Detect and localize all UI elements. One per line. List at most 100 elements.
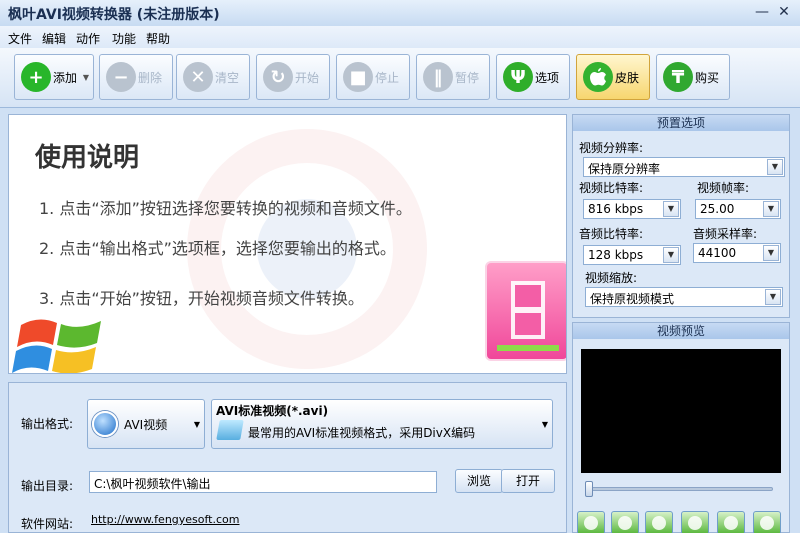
resolution-value: 保持原分辨率 [588, 162, 661, 176]
menu-edit[interactable]: 编辑 [42, 30, 66, 47]
chevron-down-icon: ▼ [541, 420, 548, 429]
preset-panel: 预置选项 视频分辨率: 保持原分辨率 ▼ 视频比特率: 视频帧率: 816 kb… [572, 114, 790, 318]
options-button[interactable]: Ψ 选项 [496, 54, 570, 100]
window-title: 枫叶AVI视频转换器 (未注册版本) [8, 7, 220, 23]
windows-logo-icon [12, 319, 101, 373]
output-format-label: 输出格式: [21, 417, 74, 431]
options-label: 选项 [535, 70, 560, 85]
buy-button[interactable]: ₸ 购买 [656, 54, 730, 100]
website-link[interactable]: http://www.fengyesoft.com [91, 513, 240, 526]
chevron-down-icon[interactable]: ▼ [765, 289, 781, 305]
menu-function[interactable]: 功能 [112, 30, 136, 47]
pause-icon: ‖ [423, 62, 453, 92]
video-bitrate-value: 816 kbps [588, 202, 644, 216]
start-label: 开始 [295, 70, 320, 85]
format-title: AVI标准视频(*.avi) [216, 404, 329, 418]
delete-button[interactable]: − 删除 [99, 54, 173, 100]
options-icon: Ψ [503, 62, 533, 92]
file-list-area[interactable]: 使用说明 1. 点击“添加”按钮选择您要转换的视频和音频文件。 2. 点击“输出… [8, 114, 567, 374]
pause-button[interactable]: ‖ 暂停 [416, 54, 490, 100]
play-button[interactable] [577, 511, 605, 533]
chevron-down-icon[interactable]: ▼ [763, 245, 779, 261]
output-dir-label: 输出目录: [21, 479, 74, 493]
menu-help[interactable]: 帮助 [146, 30, 170, 47]
add-button[interactable]: + 添加 ▼ [14, 54, 94, 100]
open-button[interactable]: 打开 [501, 469, 555, 493]
apple-icon [583, 62, 613, 92]
open-folder-button[interactable] [753, 511, 781, 533]
website-label: 软件网站: [21, 517, 74, 531]
audio-bitrate-value: 128 kbps [588, 248, 644, 262]
pause-label: 暂停 [455, 70, 480, 85]
delete-label: 删除 [138, 70, 163, 85]
skin-button[interactable]: 皮肤 [576, 54, 650, 100]
framerate-select[interactable]: 25.00 ▼ [695, 199, 781, 219]
stop-label: 停止 [375, 70, 400, 85]
volume-button[interactable] [681, 511, 709, 533]
buy-label: 购买 [695, 70, 720, 85]
format-description: 最常用的AVI标准视频格式，采用DivX编码 [248, 426, 476, 440]
chevron-down-icon[interactable]: ▼ [767, 159, 783, 175]
clear-label: 清空 [215, 70, 240, 85]
video-preview [581, 349, 781, 473]
output-dir-input[interactable]: C:\枫叶视频软件\输出 [89, 471, 437, 493]
close-button[interactable]: ✕ [776, 4, 792, 20]
stop-button[interactable]: ■ 停止 [336, 54, 410, 100]
format-name: AVI视频 [124, 417, 168, 432]
menu-bar: 文件 编辑 动作 功能 帮助 [0, 26, 800, 48]
scale-select[interactable]: 保持原视频模式 ▼ [585, 287, 783, 307]
seek-slider-thumb[interactable] [585, 481, 593, 497]
framerate-value: 25.00 [700, 202, 735, 216]
seek-slider[interactable] [587, 487, 773, 491]
toolbar: + 添加 ▼ − 删除 ✕ 清空 ↻ 开始 ■ 停止 ‖ 暂停 Ψ 选项 皮肤 … [0, 48, 800, 108]
skin-label: 皮肤 [615, 70, 640, 85]
folder-icon [760, 516, 774, 530]
chevron-down-icon[interactable]: ▼ [83, 73, 89, 82]
video-bitrate-select[interactable]: 816 kbps ▼ [583, 199, 681, 219]
pause-preview-button[interactable] [611, 511, 639, 533]
camera-icon [724, 516, 738, 530]
folder-icon [216, 420, 244, 440]
format-icon [92, 411, 118, 437]
preview-panel: 视频预览 [572, 322, 790, 533]
plus-icon: + [21, 62, 51, 92]
guide-title: 使用说明 [35, 143, 140, 173]
chevron-down-icon[interactable]: ▼ [663, 201, 679, 217]
start-button[interactable]: ↻ 开始 [256, 54, 330, 100]
chevron-down-icon: ▼ [193, 420, 200, 429]
clear-icon: ✕ [183, 62, 213, 92]
speaker-icon [688, 516, 702, 530]
stop-preview-button[interactable] [645, 511, 673, 533]
resolution-label: 视频分辨率: [579, 141, 644, 155]
snapshot-button[interactable] [717, 511, 745, 533]
guide-step-1: 1. 点击“添加”按钮选择您要转换的视频和音频文件。 [39, 199, 412, 218]
preset-header: 预置选项 [573, 115, 789, 131]
minus-icon: − [106, 62, 136, 92]
pause-icon [618, 516, 632, 530]
scale-value: 保持原视频模式 [590, 292, 675, 306]
browse-button[interactable]: 浏览 [455, 469, 503, 493]
title-bar: 枫叶AVI视频转换器 (未注册版本) — ✕ [0, 0, 800, 26]
resolution-select[interactable]: 保持原分辨率 ▼ [583, 157, 785, 177]
samplerate-label: 音频采样率: [693, 227, 758, 241]
add-label: 添加 [53, 70, 78, 85]
guide-step-2: 2. 点击“输出格式”选项框，选择您要输出的格式。 [39, 239, 396, 258]
cart-icon: ₸ [663, 62, 693, 92]
output-format-selector[interactable]: AVI视频 ▼ [87, 399, 205, 449]
clear-button[interactable]: ✕ 清空 [176, 54, 250, 100]
chevron-down-icon[interactable]: ▼ [763, 201, 779, 217]
samplerate-select[interactable]: 44100 ▼ [693, 243, 781, 263]
play-icon [584, 516, 598, 530]
output-panel: 输出格式: AVI视频 ▼ AVI标准视频(*.avi) 最常用的AVI标准视频… [8, 382, 567, 533]
menu-action[interactable]: 动作 [76, 30, 100, 47]
chevron-down-icon[interactable]: ▼ [663, 247, 679, 263]
video-bitrate-label: 视频比特率: [579, 181, 644, 195]
stop-icon [652, 516, 666, 530]
menu-file[interactable]: 文件 [8, 30, 32, 47]
minimize-button[interactable]: — [754, 4, 770, 20]
audio-bitrate-select[interactable]: 128 kbps ▼ [583, 245, 681, 265]
format-detail-selector[interactable]: AVI标准视频(*.avi) 最常用的AVI标准视频格式，采用DivX编码 ▼ [211, 399, 553, 449]
film-icon [485, 261, 566, 361]
refresh-icon: ↻ [263, 62, 293, 92]
stop-icon: ■ [343, 62, 373, 92]
